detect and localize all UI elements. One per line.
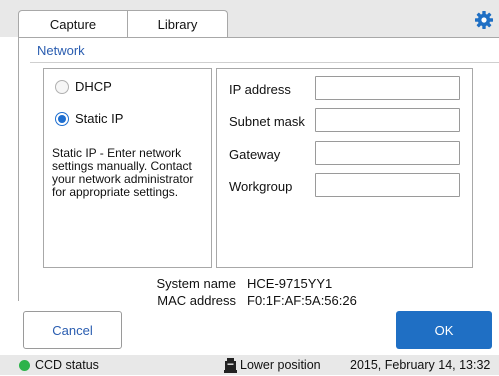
dhcp-label[interactable]: DHCP (75, 79, 112, 94)
tab-capture[interactable]: Capture (18, 10, 128, 38)
ccd-status-indicator (19, 360, 30, 371)
subnet-mask-label: Subnet mask (229, 114, 305, 129)
dhcp-radio[interactable] (55, 80, 69, 94)
subnet-mask-input[interactable] (315, 108, 460, 132)
ok-button[interactable]: OK (396, 311, 492, 349)
system-name-label: System name (156, 276, 236, 291)
position-status-text: Lower position (240, 358, 321, 372)
lamp-icon (224, 358, 237, 373)
workgroup-label: Workgroup (229, 179, 293, 194)
section-title: Network (37, 43, 85, 58)
static-ip-radio[interactable] (55, 112, 69, 126)
ccd-status-text: CCD status (35, 358, 99, 372)
gateway-input[interactable] (315, 141, 460, 165)
section-divider (30, 62, 499, 63)
mac-address-value: F0:1F:AF:5A:56:26 (247, 293, 357, 308)
system-name-value: HCE-9715YY1 (247, 276, 333, 291)
ip-address-input[interactable] (315, 76, 460, 100)
static-ip-label[interactable]: Static IP (75, 111, 123, 126)
cancel-button[interactable]: Cancel (23, 311, 122, 349)
gateway-label: Gateway (229, 147, 281, 162)
datetime-text: 2015, February 14, 13:32 (350, 358, 491, 372)
workgroup-input[interactable] (315, 173, 460, 197)
static-ip-description: Static IP - Enter network settings manua… (52, 146, 194, 199)
ip-address-label: IP address (229, 82, 291, 97)
gear-icon[interactable] (474, 10, 494, 30)
tab-library[interactable]: Library (127, 10, 228, 38)
mac-address-label: MAC address (157, 293, 236, 308)
